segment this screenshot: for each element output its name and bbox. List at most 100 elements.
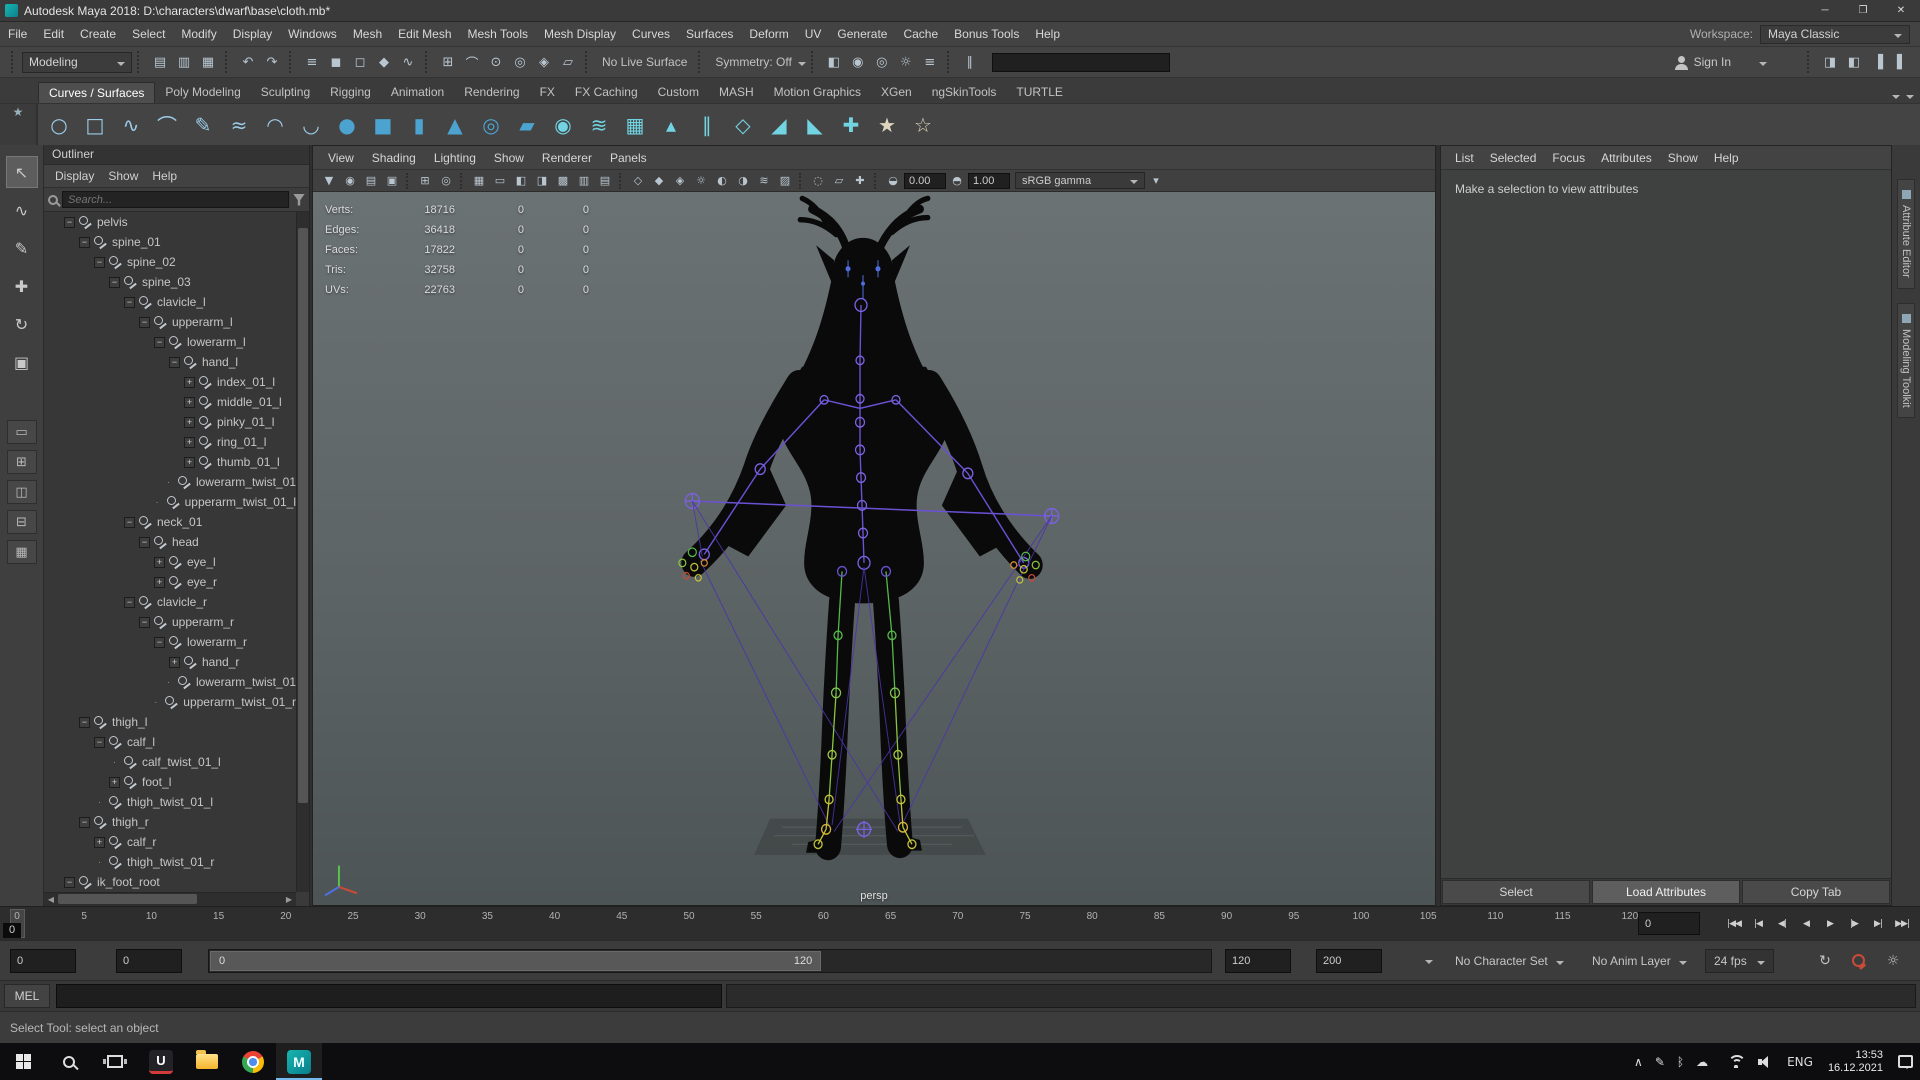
select-object-icon[interactable]: ◼ bbox=[324, 50, 348, 74]
open-scene-icon[interactable]: ▥ bbox=[172, 50, 196, 74]
expand-icon[interactable]: + bbox=[184, 417, 195, 428]
playback-start-field[interactable] bbox=[116, 949, 182, 973]
menu-set-select[interactable]: Modeling bbox=[22, 52, 132, 73]
playback-end-field[interactable] bbox=[1225, 949, 1291, 973]
side-tab-attribute-editor[interactable]: Attribute Editor bbox=[1897, 179, 1915, 289]
menubar-item-windows[interactable]: Windows bbox=[280, 22, 345, 46]
nurbs-circle-icon[interactable]: ○ bbox=[42, 108, 76, 142]
view-transform-options-icon[interactable]: ▾ bbox=[1146, 172, 1166, 190]
viewport-menu-renderer[interactable]: Renderer bbox=[533, 151, 601, 165]
new-scene-icon[interactable]: ▤ bbox=[148, 50, 172, 74]
exposure-icon[interactable]: ◒ bbox=[883, 172, 903, 190]
menubar-item-edit[interactable]: Edit bbox=[35, 22, 72, 46]
volume-icon[interactable] bbox=[1751, 1043, 1780, 1080]
collapse-icon[interactable]: − bbox=[79, 817, 90, 828]
outliner-item-spine-03[interactable]: −spine_03 bbox=[44, 272, 296, 292]
collapse-icon[interactable]: − bbox=[124, 517, 135, 528]
language-indicator[interactable]: ENG bbox=[1780, 1043, 1820, 1080]
xray-joints-icon[interactable]: ✚ bbox=[850, 172, 870, 190]
outliner-item-thigh-twist-01-l[interactable]: ·thigh_twist_01_l bbox=[44, 792, 296, 812]
layout-hypershade[interactable]: ▦ bbox=[7, 540, 37, 564]
collapse-icon[interactable]: − bbox=[154, 337, 165, 348]
shadows-icon[interactable]: ◐ bbox=[712, 172, 732, 190]
outliner-item-upperarm-r[interactable]: −upperarm_r bbox=[44, 612, 296, 632]
wireframe-mode-icon[interactable]: ◇ bbox=[628, 172, 648, 190]
menubar-item-create[interactable]: Create bbox=[72, 22, 124, 46]
outliner-item-lowerarm-twist-01[interactable]: ·lowerarm_twist_01 bbox=[44, 672, 296, 692]
current-time-field[interactable] bbox=[1638, 912, 1700, 935]
menubar-item-surfaces[interactable]: Surfaces bbox=[678, 22, 741, 46]
outliner-item-clavicle-l[interactable]: −clavicle_l bbox=[44, 292, 296, 312]
shelf-tab-motion-graphics[interactable]: Motion Graphics bbox=[764, 82, 871, 103]
auto-keyframe-icon[interactable] bbox=[1846, 949, 1872, 973]
exposure-field[interactable] bbox=[904, 173, 946, 189]
animation-end-field[interactable] bbox=[1316, 949, 1382, 973]
search-button[interactable] bbox=[46, 1043, 92, 1080]
select-button[interactable]: Select bbox=[1442, 880, 1590, 904]
step-back-key-button[interactable]: |◀ bbox=[1746, 911, 1770, 936]
filter-icon[interactable] bbox=[293, 194, 305, 206]
chevron-down-icon[interactable] bbox=[1425, 960, 1433, 968]
sculpt-surfaces-tool-icon[interactable]: ★ bbox=[870, 108, 904, 142]
go-to-start-button[interactable]: |◀◀ bbox=[1722, 911, 1746, 936]
snap-to-view-planes-icon[interactable]: ▱ bbox=[556, 50, 580, 74]
shaded-mode-icon[interactable]: ◆ bbox=[649, 172, 669, 190]
menubar-item-curves[interactable]: Curves bbox=[624, 22, 678, 46]
collapse-icon[interactable]: − bbox=[139, 317, 150, 328]
shelf-options-icon[interactable]: ★ bbox=[13, 105, 24, 119]
outliner-item-calf-r[interactable]: +calf_r bbox=[44, 832, 296, 852]
command-input[interactable] bbox=[56, 984, 722, 1008]
outliner-item-lowerarm-twist-01[interactable]: ·lowerarm_twist_01 bbox=[44, 472, 296, 492]
shelf-tab-xgen[interactable]: XGen bbox=[871, 82, 922, 103]
outliner-item-neck-01[interactable]: −neck_01 bbox=[44, 512, 296, 532]
textured-mode-icon[interactable]: ◈ bbox=[670, 172, 690, 190]
two-point-arc-icon[interactable]: ◡ bbox=[294, 108, 328, 142]
select-mesh-mask-icon[interactable]: ◆ bbox=[372, 50, 396, 74]
outliner-item-pinky-01-l[interactable]: +pinky_01_l bbox=[44, 412, 296, 432]
side-tab-modeling-toolkit[interactable]: Modeling Toolkit bbox=[1897, 303, 1915, 419]
menubar-item-mesh[interactable]: Mesh bbox=[345, 22, 390, 46]
select-hierarchy-icon[interactable]: ≡ bbox=[300, 50, 324, 74]
expand-icon[interactable]: + bbox=[169, 657, 180, 668]
menubar-item-mesh-tools[interactable]: Mesh Tools bbox=[460, 22, 536, 46]
anim-layer-select[interactable]: No Anim Layer bbox=[1592, 949, 1687, 973]
select-curve-mask-icon[interactable]: ∿ bbox=[396, 50, 420, 74]
collapse-icon[interactable]: − bbox=[139, 617, 150, 628]
undo-icon[interactable]: ↶ bbox=[236, 50, 260, 74]
layout-persp-graph[interactable]: ⊟ bbox=[7, 510, 37, 534]
motion-blur-icon[interactable]: ≋ bbox=[754, 172, 774, 190]
three-point-arc-icon[interactable]: ◠ bbox=[258, 108, 292, 142]
shelf-tab-custom[interactable]: Custom bbox=[648, 82, 709, 103]
outliner-search-input[interactable] bbox=[62, 191, 289, 208]
expand-icon[interactable]: + bbox=[154, 577, 165, 588]
outliner-item-upperarm-twist-01-l[interactable]: ·upperarm_twist_01_l bbox=[44, 492, 296, 512]
select-tool[interactable]: ↖ bbox=[6, 156, 38, 188]
revolve-icon[interactable]: ◉ bbox=[546, 108, 580, 142]
scrollbar-thumb[interactable] bbox=[58, 894, 197, 904]
collapse-icon[interactable]: − bbox=[79, 717, 90, 728]
viewport-menu-view[interactable]: View bbox=[319, 151, 363, 165]
bezier-curve-tool-icon[interactable]: ≈ bbox=[222, 108, 256, 142]
outliner-item-clavicle-r[interactable]: −clavicle_r bbox=[44, 592, 296, 612]
shelf-tab-rendering[interactable]: Rendering bbox=[454, 82, 529, 103]
render-settings-icon[interactable]: ☼ bbox=[894, 50, 918, 74]
collapse-icon[interactable]: − bbox=[169, 357, 180, 368]
lasso-select-tool[interactable]: ∿ bbox=[6, 194, 38, 226]
collapse-icon[interactable]: − bbox=[139, 537, 150, 548]
grid-toggle-icon[interactable]: ▦ bbox=[469, 172, 489, 190]
shelf-tab-curves-surfaces[interactable]: Curves / Surfaces bbox=[38, 82, 155, 103]
outliner-item-eye-l[interactable]: +eye_l bbox=[44, 552, 296, 572]
nurbs-square-icon[interactable]: □ bbox=[78, 108, 112, 142]
character-set-select[interactable]: No Character Set bbox=[1455, 949, 1564, 973]
anti-aliasing-icon[interactable]: ▨ bbox=[775, 172, 795, 190]
outliner-item-ring-01-l[interactable]: +ring_01_l bbox=[44, 432, 296, 452]
range-slider-track[interactable]: 0 120 bbox=[208, 949, 1212, 973]
nurbs-cube-icon[interactable]: ■ bbox=[366, 108, 400, 142]
shelf-tab-mash[interactable]: MASH bbox=[709, 82, 764, 103]
toggle-channel-box-icon[interactable]: ▐ bbox=[1866, 50, 1890, 74]
chrome-button[interactable] bbox=[230, 1043, 276, 1080]
collapse-icon[interactable]: − bbox=[79, 237, 90, 248]
menubar-item-cache[interactable]: Cache bbox=[895, 22, 946, 46]
toggle-tool-settings-icon[interactable]: ◧ bbox=[1842, 50, 1866, 74]
cv-curve-tool-icon[interactable]: ∿ bbox=[114, 108, 148, 142]
